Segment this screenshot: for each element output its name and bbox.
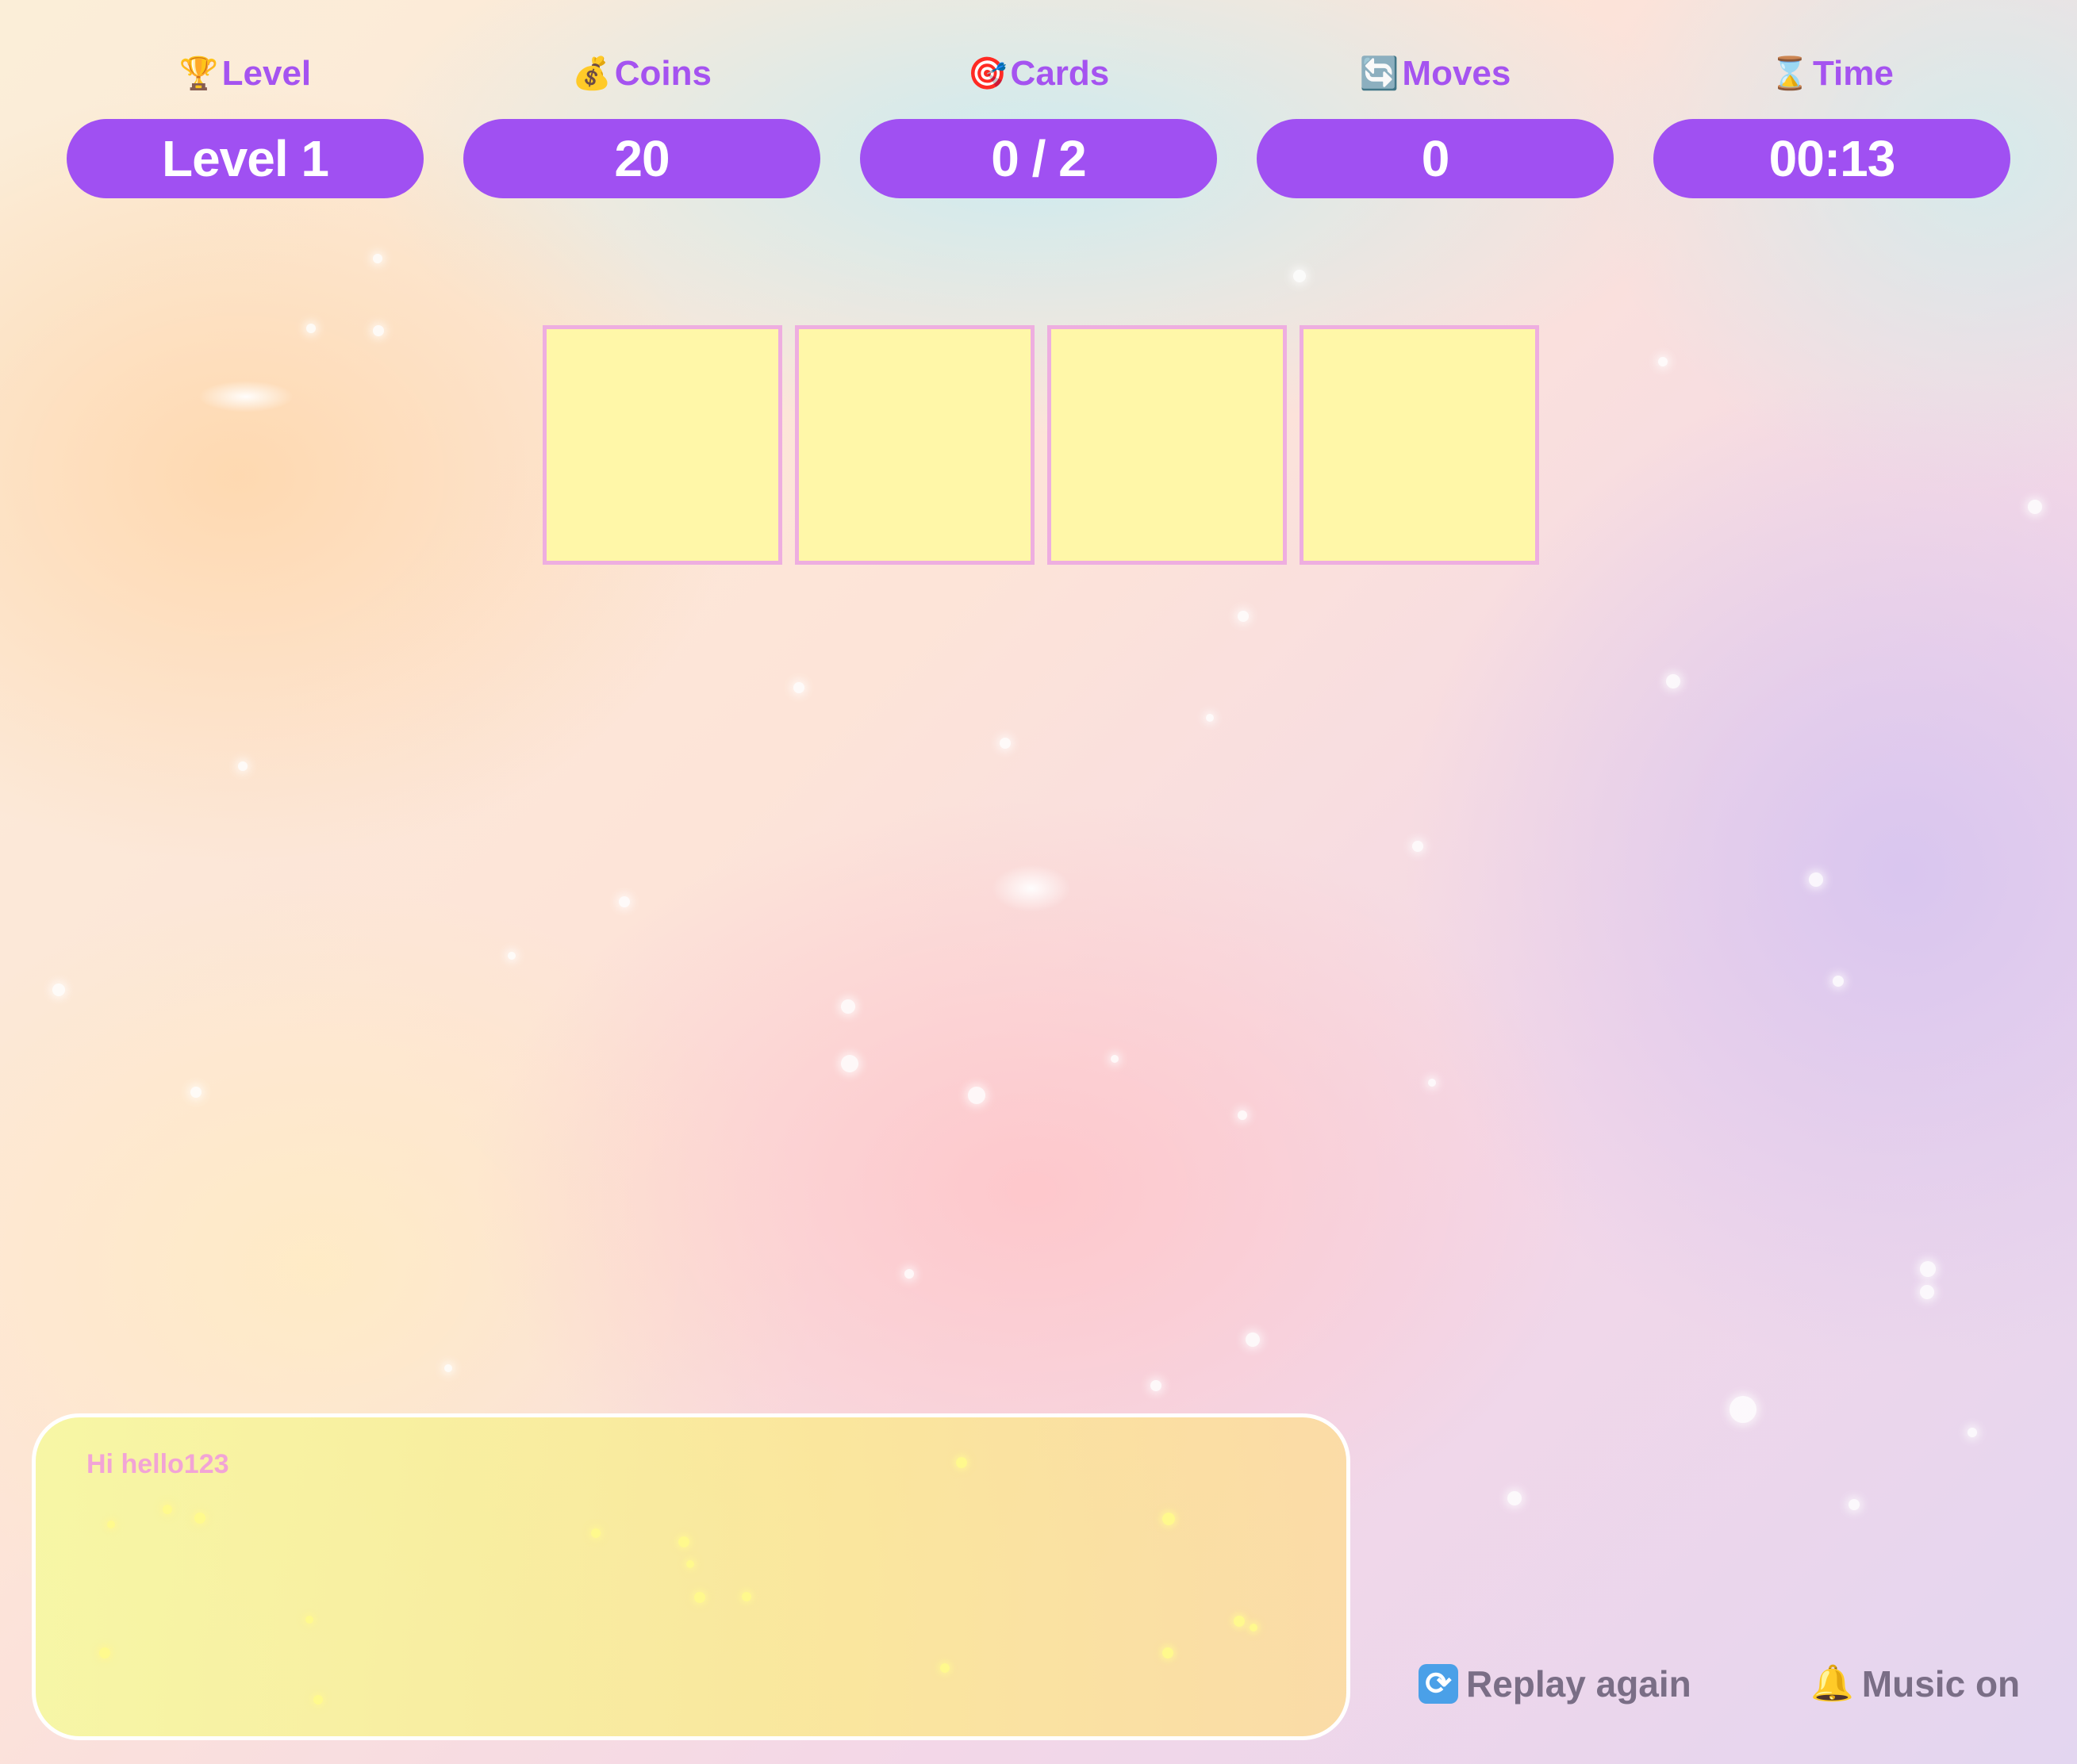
- level-stat: 🏆 Level Level 1: [67, 46, 424, 201]
- bell-icon: 🔔: [1810, 1664, 1854, 1703]
- coins-label: Coins: [614, 54, 712, 93]
- moves-stat: 🔄 Moves 0: [1257, 46, 1614, 201]
- card-3[interactable]: [1047, 325, 1287, 565]
- replay-button[interactable]: ⟳ Replay again: [1419, 1656, 1691, 1712]
- time-value: 00:13: [1653, 119, 2010, 198]
- level-value: Level 1: [67, 119, 424, 198]
- card-board: [543, 325, 1539, 565]
- moves-label: Moves: [1402, 54, 1511, 93]
- trophy-icon: 🏆: [179, 56, 219, 91]
- chat-message: Hi hello123: [86, 1449, 229, 1479]
- cards-label: Cards: [1010, 54, 1110, 93]
- moves-value: 0: [1257, 119, 1614, 198]
- time-label: Time: [1812, 54, 1894, 93]
- card-2[interactable]: [795, 325, 1035, 565]
- card-4[interactable]: [1300, 325, 1539, 565]
- money-bag-icon: 💰: [571, 56, 612, 91]
- refresh-icon: 🔄: [1359, 56, 1399, 91]
- replay-label: Replay again: [1466, 1663, 1691, 1705]
- message-box: Hi hello123: [32, 1413, 1350, 1740]
- coins-value: 20: [463, 119, 820, 198]
- stats-bar: 🏆 Level Level 1 💰 Coins 20 🎯 Cards 0 / 2…: [67, 46, 2012, 201]
- card-1[interactable]: [543, 325, 782, 565]
- music-label: Music on: [1861, 1663, 2021, 1705]
- target-icon: 🎯: [967, 56, 1008, 91]
- music-toggle[interactable]: 🔔 Music on: [1810, 1656, 2020, 1712]
- hourglass-icon: ⌛: [1770, 56, 1810, 91]
- cards-value: 0 / 2: [860, 119, 1217, 198]
- coins-stat: 💰 Coins 20: [463, 46, 820, 201]
- cards-stat: 🎯 Cards 0 / 2: [860, 46, 1217, 201]
- replay-icon: ⟳: [1419, 1664, 1458, 1704]
- time-stat: ⌛ Time 00:13: [1653, 46, 2010, 201]
- level-label: Level: [221, 54, 312, 93]
